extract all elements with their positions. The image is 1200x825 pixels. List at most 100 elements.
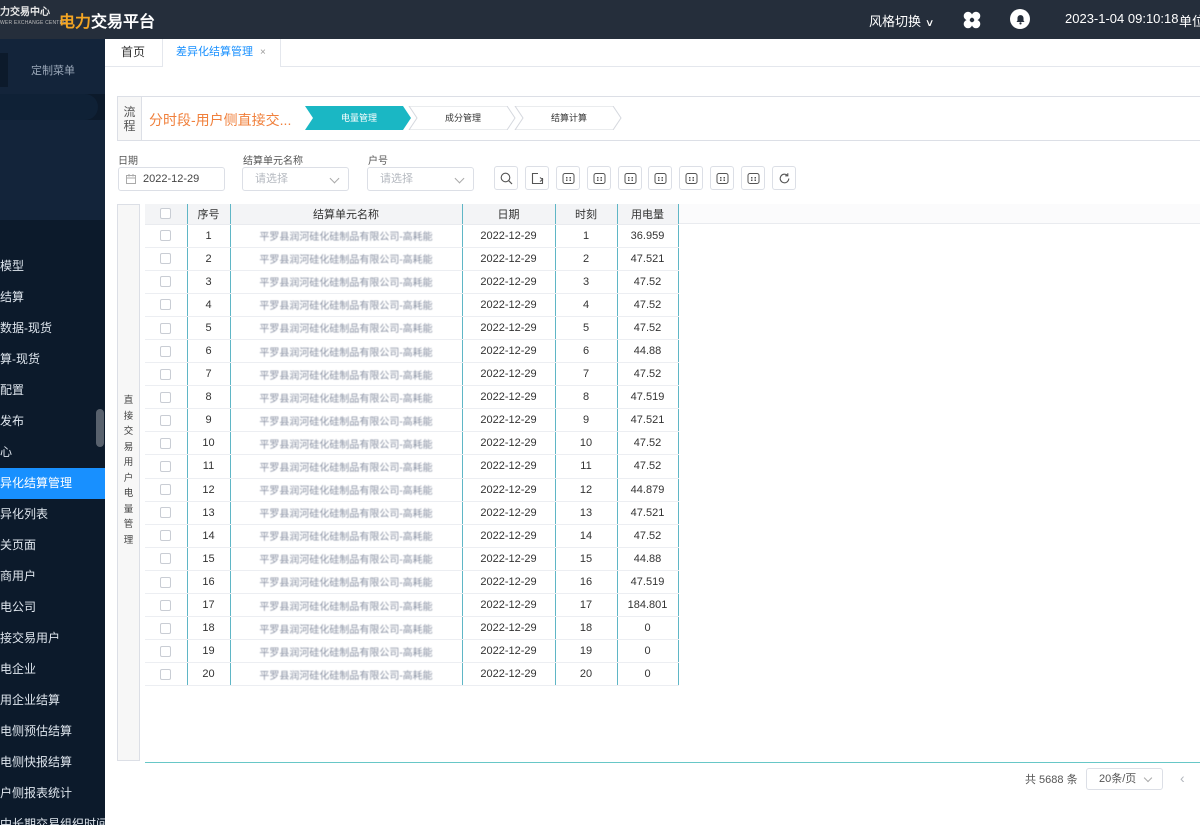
grid-button[interactable]	[618, 166, 642, 190]
row-checkbox[interactable]	[160, 391, 172, 403]
table-row[interactable]: 8 平罗县润河硅化硅制品有限公司-高耗能 2022-12-29 8 47.519	[145, 385, 679, 410]
sidebar-item[interactable]: 模型	[0, 251, 105, 282]
row-checkbox[interactable]	[160, 622, 172, 634]
sidebar-item[interactable]: 数据-现货	[0, 313, 105, 344]
page-size-select[interactable]: 20条/页	[1086, 768, 1163, 790]
column-header-usage[interactable]: 用电量	[617, 204, 679, 225]
row-checkbox[interactable]	[160, 345, 172, 357]
table-row[interactable]: 15 平罗县润河硅化硅制品有限公司-高耗能 2022-12-29 15 44.88	[145, 547, 679, 571]
sidebar-item[interactable]: 电侧快报结算	[0, 747, 105, 778]
table-row[interactable]: 4 平罗县润河硅化硅制品有限公司-高耗能 2022-12-29 4 47.52	[145, 293, 679, 317]
table-row[interactable]: 1 平罗县润河硅化硅制品有限公司-高耗能 2022-12-29 1 36.959	[145, 224, 679, 248]
chevron-left-icon[interactable]: ‹	[1180, 770, 1185, 786]
close-icon[interactable]: ×	[260, 39, 266, 66]
fan-grid-icon[interactable]	[962, 10, 982, 30]
refresh-button[interactable]	[772, 166, 796, 190]
table-row[interactable]: 7 平罗县润河硅化硅制品有限公司-高耗能 2022-12-29 7 47.52	[145, 362, 679, 387]
table-row[interactable]: 12 平罗县润河硅化硅制品有限公司-高耗能 2022-12-29 12 44.879	[145, 478, 679, 502]
sidebar-tab-custom-menu[interactable]: 定制菜单	[31, 62, 75, 78]
sidebar-item[interactable]: 用企业结算	[0, 685, 105, 716]
grid-button[interactable]	[587, 166, 611, 190]
sidebar-item[interactable]: 接交易用户	[0, 623, 105, 654]
sidebar-item[interactable]: 关页面	[0, 530, 105, 561]
sidebar-item[interactable]: 发布	[0, 406, 105, 437]
row-select-cell	[145, 616, 188, 641]
flow-step-usage[interactable]: 电量管理	[309, 106, 409, 130]
sidebar-item[interactable]: 户侧报表统计	[0, 778, 105, 809]
sidebar-item[interactable]: 电企业	[0, 654, 105, 685]
row-checkbox[interactable]	[160, 299, 172, 311]
column-header-time[interactable]: 时刻	[555, 204, 618, 225]
table-row[interactable]: 5 平罗县润河硅化硅制品有限公司-高耗能 2022-12-29 5 47.52	[145, 316, 679, 340]
user-unit-label[interactable]: 单位	[1179, 11, 1200, 30]
settlement-unit-select[interactable]: 请选择	[242, 167, 349, 191]
row-checkbox[interactable]	[160, 668, 172, 680]
table-row[interactable]: 2 平罗县润河硅化硅制品有限公司-高耗能 2022-12-29 2 47.521	[145, 247, 679, 271]
sidebar-item-diff-settlement[interactable]: 异化结算管理	[0, 468, 105, 499]
row-checkbox[interactable]	[160, 461, 172, 473]
table-row[interactable]: 9 平罗县润河硅化硅制品有限公司-高耗能 2022-12-29 9 47.521	[145, 408, 679, 433]
column-header-no[interactable]: 序号	[187, 204, 231, 225]
sidebar-item[interactable]: 异化列表	[0, 499, 105, 530]
row-checkbox[interactable]	[160, 276, 172, 288]
sidebar-item[interactable]: 算-现货	[0, 344, 105, 375]
bell-icon[interactable]	[1010, 9, 1030, 29]
sidebar-item[interactable]: 电公司	[0, 592, 105, 623]
grid-button[interactable]	[741, 166, 765, 190]
sidebar-item[interactable]: 结算	[0, 282, 105, 313]
table-row[interactable]: 13 平罗县润河硅化硅制品有限公司-高耗能 2022-12-29 13 47.521	[145, 501, 679, 525]
sidebar-scrollbar[interactable]	[96, 409, 104, 447]
search-button[interactable]	[494, 166, 518, 190]
sidebar-item[interactable]: 商用户	[0, 561, 105, 592]
row-checkbox[interactable]	[160, 507, 172, 519]
cell-unit-name: 平罗县润河硅化硅制品有限公司-高耗能	[230, 662, 463, 687]
cell-no: 18	[187, 616, 231, 641]
row-select-cell	[145, 593, 188, 618]
column-header-unit-name[interactable]: 结算单元名称	[230, 204, 463, 225]
sidebar-tab-main[interactable]	[0, 53, 8, 87]
table-row[interactable]: 11 平罗县润河硅化硅制品有限公司-高耗能 2022-12-29 11 47.52	[145, 454, 679, 479]
date-picker-input[interactable]: 2022-12-29	[118, 167, 225, 191]
flow-step-component[interactable]: 成分管理	[413, 106, 513, 130]
grid-button[interactable]	[679, 166, 703, 190]
row-checkbox[interactable]	[160, 437, 172, 449]
table-row[interactable]: 3 平罗县润河硅化硅制品有限公司-高耗能 2022-12-29 3 47.52	[145, 270, 679, 294]
sidebar-item[interactable]: 心	[0, 437, 105, 468]
row-checkbox[interactable]	[160, 645, 172, 657]
style-switch-dropdown[interactable]: 风格切换 ∨	[869, 11, 934, 30]
row-checkbox[interactable]	[160, 253, 172, 265]
grid-button[interactable]	[648, 166, 672, 190]
row-checkbox[interactable]	[160, 230, 172, 242]
table-row[interactable]: 14 平罗县润河硅化硅制品有限公司-高耗能 2022-12-29 14 47.52	[145, 524, 679, 548]
row-checkbox[interactable]	[160, 322, 172, 334]
export-button[interactable]	[525, 166, 549, 190]
row-checkbox[interactable]	[160, 530, 172, 542]
row-checkbox[interactable]	[160, 414, 172, 426]
sidebar-item[interactable]: 中长期交易组织时间	[0, 809, 105, 825]
tab-home[interactable]: 首页	[105, 39, 161, 67]
column-header-date[interactable]: 日期	[462, 204, 556, 225]
table-row[interactable]: 20 平罗县润河硅化硅制品有限公司-高耗能 2022-12-29 20 0	[145, 662, 679, 687]
flow-step-calculation[interactable]: 结算计算	[519, 106, 619, 130]
account-select[interactable]: 请选择	[367, 167, 474, 191]
app-title: 电力交易平台	[59, 8, 155, 32]
tab-diff-settlement[interactable]: 差异化结算管理 ×	[162, 39, 281, 67]
sidebar-search-input[interactable]	[0, 94, 98, 120]
table-row[interactable]: 18 平罗县润河硅化硅制品有限公司-高耗能 2022-12-29 18 0	[145, 616, 679, 641]
sidebar-item[interactable]: 配置	[0, 375, 105, 406]
row-checkbox[interactable]	[160, 484, 172, 496]
grid-button[interactable]	[710, 166, 734, 190]
sidebar-item[interactable]: 电侧预估结算	[0, 716, 105, 747]
cell-no: 7	[187, 362, 231, 387]
table-row[interactable]: 10 平罗县润河硅化硅制品有限公司-高耗能 2022-12-29 10 47.52	[145, 431, 679, 456]
table-row[interactable]: 19 平罗县润河硅化硅制品有限公司-高耗能 2022-12-29 19 0	[145, 639, 679, 664]
table-row[interactable]: 16 平罗县润河硅化硅制品有限公司-高耗能 2022-12-29 16 47.519	[145, 570, 679, 595]
row-checkbox[interactable]	[160, 553, 172, 565]
row-checkbox[interactable]	[160, 599, 172, 611]
row-checkbox[interactable]	[160, 576, 172, 588]
grid-button[interactable]	[556, 166, 580, 190]
table-row[interactable]: 6 平罗县润河硅化硅制品有限公司-高耗能 2022-12-29 6 44.88	[145, 339, 679, 364]
row-checkbox[interactable]	[160, 368, 172, 380]
table-row[interactable]: 17 平罗县润河硅化硅制品有限公司-高耗能 2022-12-29 17 184.801	[145, 593, 679, 618]
select-all-checkbox[interactable]	[160, 208, 172, 220]
